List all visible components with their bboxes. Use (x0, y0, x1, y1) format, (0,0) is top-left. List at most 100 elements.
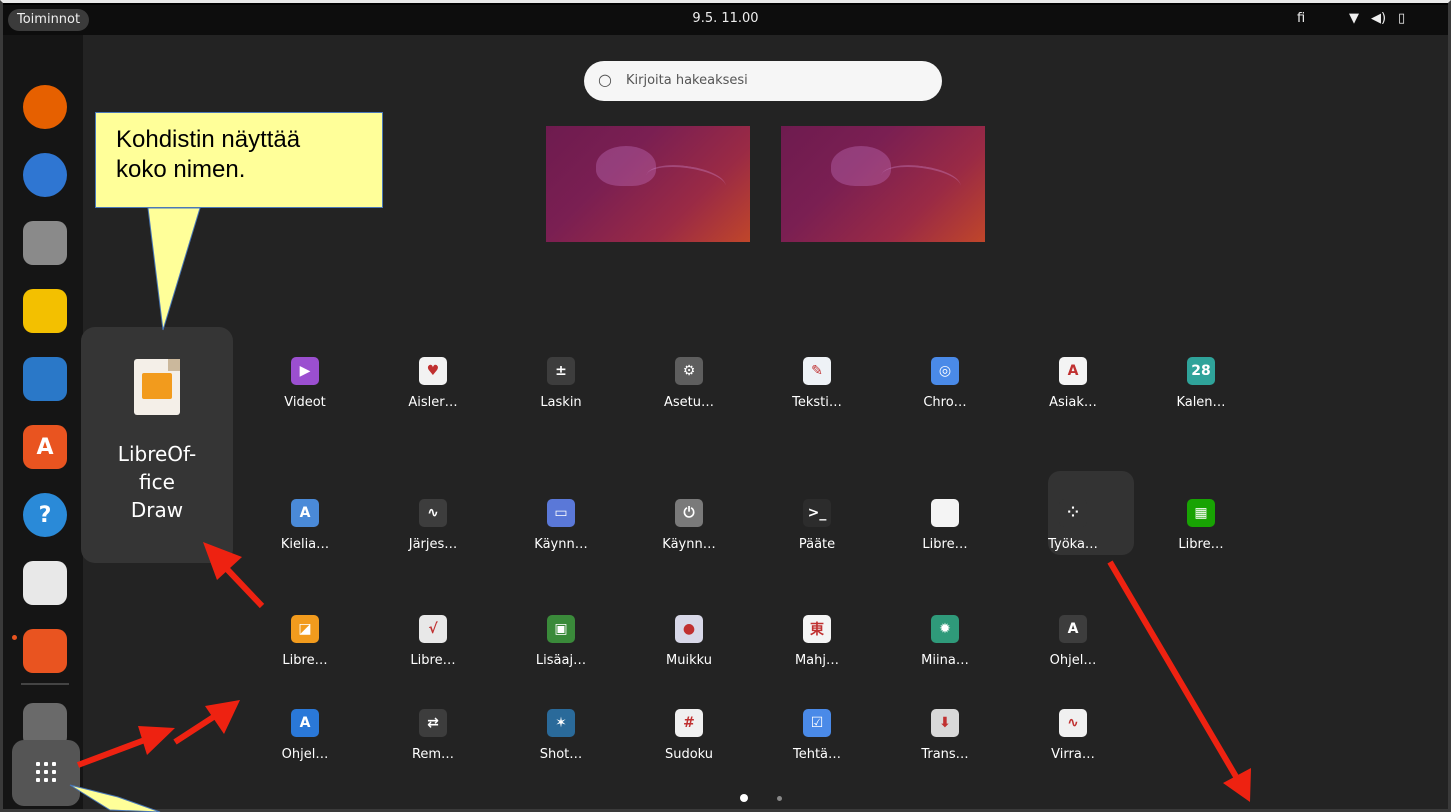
libreoffice-impress-icon[interactable] (23, 629, 67, 673)
help-icon[interactable]: ? (23, 493, 67, 537)
aisleriot-icon: ♥ (419, 357, 447, 385)
image-viewer-icon[interactable] (23, 561, 67, 605)
shotwell-icon: ✶ (547, 709, 575, 737)
app-tile[interactable]: A Ohjel… (1018, 615, 1128, 701)
ubuntu-software-icon[interactable]: A (23, 425, 67, 469)
app-label: Miina… (921, 653, 969, 668)
app-label: Libre… (282, 653, 328, 668)
app-label: Käynn… (662, 537, 716, 552)
page-indicator-1[interactable] (740, 794, 748, 802)
app-tile[interactable]: A Kielia… (250, 499, 360, 585)
mines-icon: ✹ (931, 615, 959, 643)
app-tile[interactable]: A Ohjel… (250, 709, 360, 795)
app-tile[interactable]: ▣ Lisäaj… (506, 615, 616, 701)
dock: A? (3, 35, 83, 809)
utilities-folder-icon: ⁘ (1059, 499, 1087, 527)
app-label: Kielia… (280, 537, 330, 552)
battery-icon[interactable]: ▯ (1398, 11, 1405, 27)
app-tile[interactable]: 28 Kalen… (1146, 357, 1256, 443)
search-input[interactable]: Kirjoita hakeaksesi (626, 73, 748, 88)
app-tile[interactable]: ✎ Teksti… (762, 357, 872, 443)
text-editor-icon: ✎ (803, 357, 831, 385)
startup-applications-icon: ⏻ (675, 499, 703, 527)
libreoffice-writer-icon[interactable] (23, 357, 67, 401)
app-label: Aisler… (408, 395, 458, 410)
software-updater-icon: A (1059, 615, 1087, 643)
workspace-thumbnail-2[interactable] (781, 126, 985, 242)
app-label: Työka… (1048, 537, 1098, 552)
search-icon: ○ (598, 70, 612, 89)
workspace-thumbnail-1[interactable] (546, 126, 750, 242)
files-icon[interactable] (23, 221, 67, 265)
volume-icon[interactable]: ◀) (1371, 11, 1386, 27)
app-tile[interactable]: ▶ Videot (250, 357, 360, 443)
app-label: Järjes… (408, 537, 458, 552)
show-applications-button[interactable] (12, 740, 80, 806)
callout-text: Kohdistin näyttää koko nimen. (116, 126, 301, 183)
sudoku-icon: # (675, 709, 703, 737)
libreoffice-calc-icon: ▦ (1187, 499, 1215, 527)
annotation-callout: Kohdistin näyttää koko nimen. (95, 112, 383, 208)
app-tile[interactable]: Libre… (890, 499, 1000, 585)
app-label: Trans… (921, 747, 969, 762)
app-label: Sudoku (664, 747, 714, 762)
todo-icon: ☑ (803, 709, 831, 737)
calculator-icon: ± (547, 357, 575, 385)
app-tile[interactable]: ◎ Chro… (890, 357, 1000, 443)
chromium-icon: ◎ (931, 357, 959, 385)
app-tile[interactable]: √ Libre… (378, 615, 488, 701)
app-tile[interactable]: ◪ Libre… (250, 615, 360, 701)
app-tile[interactable]: ✶ Shot… (506, 709, 616, 795)
focused-app-libreoffice-draw[interactable]: LibreOf- fice Draw (81, 327, 233, 563)
app-grid-icon (36, 762, 56, 782)
app-tile[interactable]: ± Laskin (506, 357, 616, 443)
app-tile[interactable]: A Asiak… (1018, 357, 1128, 443)
app-tile[interactable]: ♥ Aisler… (378, 357, 488, 443)
app-tile[interactable]: ⁘ Työka… (1018, 499, 1128, 585)
app-tile[interactable]: ⇄ Rem… (378, 709, 488, 795)
system-monitor-icon: ∿ (419, 499, 447, 527)
app-tile[interactable]: ⬇ Trans… (890, 709, 1000, 795)
app-tile[interactable]: ⏻ Käynn… (634, 499, 744, 585)
app-label: Laskin (540, 395, 582, 410)
app-label: Libre… (922, 537, 968, 552)
software-properties-icon: A (291, 709, 319, 737)
app-tile[interactable]: ∿ Virra… (1018, 709, 1128, 795)
app-label: Tehtä… (792, 747, 842, 762)
videos-icon: ▶ (291, 357, 319, 385)
firefox-icon[interactable] (23, 85, 67, 129)
startup-disk-icon: ▭ (547, 499, 575, 527)
app-label: Chro… (923, 395, 967, 410)
app-label: Teksti… (792, 395, 842, 410)
app-tile[interactable]: ▦ Libre… (1146, 499, 1256, 585)
top-bar: Toiminnot 9.5. 11.00 fi ▼ ◀) ▯ (3, 5, 1448, 35)
page-indicator-2[interactable] (777, 796, 782, 801)
terminal-icon: >_ (803, 499, 831, 527)
transmission-icon: ⬇ (931, 709, 959, 737)
app-tile[interactable]: 東 Mahj… (762, 615, 872, 701)
search-bar[interactable]: ○ Kirjoita hakeaksesi (584, 61, 942, 101)
app-tile[interactable]: ● Muikku (634, 615, 744, 701)
libreoffice-draw-icon: ◪ (291, 615, 319, 643)
app-label: Käynn… (534, 537, 588, 552)
wifi-icon[interactable]: ▼ (1349, 11, 1359, 27)
app-label: Libre… (410, 653, 456, 668)
dock-separator (21, 683, 69, 685)
app-tile[interactable]: ⚙ Asetu… (634, 357, 744, 443)
app-label: Muikku (666, 653, 712, 668)
rhythmbox-icon[interactable] (23, 289, 67, 333)
keyboard-layout-indicator[interactable]: fi (1297, 11, 1305, 26)
mahjongg-icon: 東 (803, 615, 831, 643)
settings-icon: ⚙ (675, 357, 703, 385)
app-tile[interactable]: ▭ Käynn… (506, 499, 616, 585)
focused-app-name: LibreOf- fice Draw (117, 442, 197, 522)
app-tile[interactable]: ∿ Järjes… (378, 499, 488, 585)
thunderbird-icon[interactable] (23, 153, 67, 197)
app-tile[interactable]: ☑ Tehtä… (762, 709, 872, 795)
document-viewer-icon: A (1059, 357, 1087, 385)
app-tile[interactable]: # Sudoku (634, 709, 744, 795)
app-tile[interactable]: >_ Pääte (762, 499, 872, 585)
app-label: Videot (284, 395, 326, 410)
app-tile[interactable]: ✹ Miina… (890, 615, 1000, 701)
clock[interactable]: 9.5. 11.00 (3, 11, 1448, 26)
